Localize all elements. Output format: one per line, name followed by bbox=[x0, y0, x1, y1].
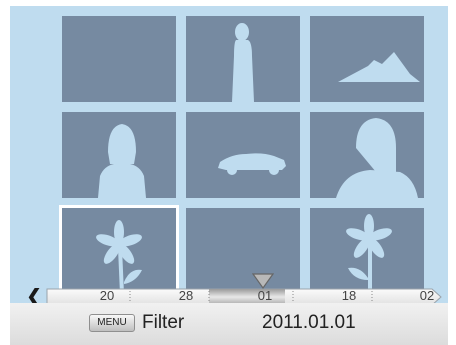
thumbnail-9[interactable] bbox=[310, 208, 424, 294]
timeline-label[interactable]: 02 bbox=[407, 289, 447, 303]
thumbnail-3[interactable] bbox=[310, 16, 424, 102]
thumbnail-7[interactable] bbox=[59, 205, 179, 297]
thumbnail-2[interactable] bbox=[186, 16, 300, 102]
filter-label: Filter bbox=[142, 312, 185, 333]
thumbnail-1[interactable] bbox=[62, 16, 176, 102]
menu-button[interactable]: MENU bbox=[89, 314, 135, 332]
thumbnail-8[interactable] bbox=[186, 208, 300, 294]
person-silhouette-photo-icon bbox=[336, 118, 418, 198]
thumbnail-5[interactable] bbox=[186, 112, 300, 198]
playback-screen: ❮ 20 28 01 18 02 MENU Filter 2011.01.01 bbox=[0, 0, 456, 345]
person-photo-icon bbox=[232, 23, 254, 102]
timeline-label[interactable]: 18 bbox=[329, 289, 369, 303]
date-label: 2011.01.01 bbox=[262, 312, 356, 333]
car-photo-icon bbox=[218, 153, 286, 175]
thumbnail-4[interactable] bbox=[62, 112, 176, 198]
timeline-label[interactable]: 28 bbox=[166, 289, 206, 303]
timeline-label[interactable]: 20 bbox=[87, 289, 127, 303]
flower-photo-icon bbox=[96, 220, 142, 294]
portrait-photo-icon bbox=[98, 124, 146, 198]
mountain-photo-icon bbox=[338, 52, 420, 82]
thumbnail-grid bbox=[59, 16, 424, 297]
blank-photo-icon bbox=[186, 208, 300, 294]
thumbnail-6[interactable] bbox=[310, 112, 424, 198]
thumbnail-viewer: ❮ 20 28 01 18 02 bbox=[10, 6, 448, 306]
blank-photo-icon bbox=[62, 16, 176, 102]
bottom-bar: MENU Filter 2011.01.01 bbox=[10, 303, 448, 345]
flower-photo-icon bbox=[346, 214, 392, 294]
timeline-label-current[interactable]: 01 bbox=[245, 289, 285, 303]
triangle-marker-icon bbox=[252, 273, 274, 289]
